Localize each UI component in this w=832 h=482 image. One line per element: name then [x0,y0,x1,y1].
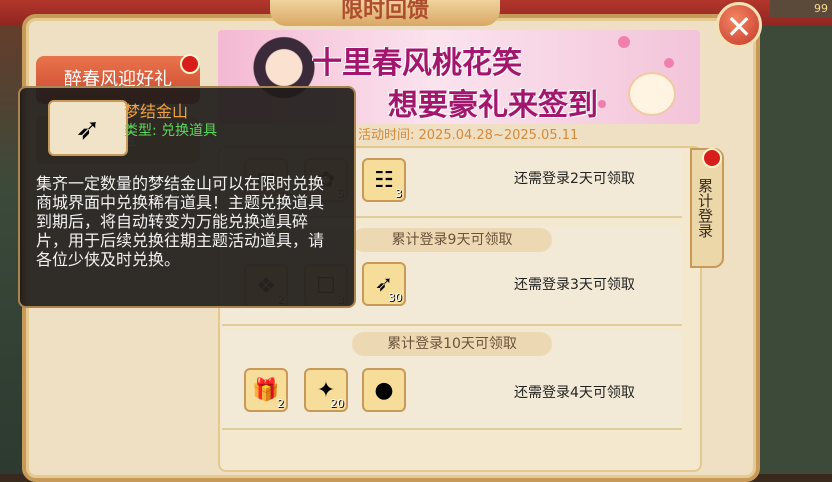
notification-dot [702,148,722,168]
tooltip-item-name: 梦结金山 [124,102,189,121]
mascot-icon [628,72,676,116]
gold-ingot-icon: ● [374,377,394,403]
close-button[interactable]: ✕ [716,2,762,48]
cherry-blossom-icon [598,100,606,108]
reward-item[interactable]: 🎁 2 [244,368,288,412]
event-time: 活动时间: 2025.04.28~2025.05.11 [358,128,579,143]
tooltip-item-type: 类型: 兑换道具 [124,123,218,139]
reward-item[interactable]: ✦ 20 [304,368,348,412]
currency-display: 99 [770,0,832,18]
reward-item[interactable]: ● [362,368,406,412]
item-tooltip: ➶ 梦结金山 类型: 兑换道具 集齐一定数量的梦结金山可以在限时兑换商城界面中兑… [18,86,356,308]
notification-dot [180,54,200,74]
cherry-blossom-icon [664,58,674,68]
row-header: 累计登录10天可领取 [352,332,552,356]
window-title: 限时回馈 [270,0,500,26]
row-header: 累计登录9天可领取 [352,228,552,252]
banner-line-1: 十里春风桃花笑 [312,46,522,81]
banner-line-2: 想要豪礼来签到 [388,88,598,123]
reward-row: 累计登录10天可领取 🎁 2 ✦ 20 ● 还需登录4天可领取 [222,330,682,430]
tooltip-description: 集齐一定数量的梦结金山可以在限时兑换商城界面中兑换稀有道具！主题兑换道具到期后，… [36,174,325,269]
crane-icon: ➶ [48,100,128,156]
close-icon: ✕ [725,8,753,46]
reward-item[interactable]: ☷ 3 [362,158,406,202]
row-status: 还需登录2天可领取 [514,171,635,187]
row-status: 还需登录3天可领取 [514,277,635,293]
cherry-blossom-icon [618,36,630,48]
game-scene-right [758,20,832,474]
row-status: 还需登录4天可领取 [514,385,635,401]
reward-item[interactable]: ➶ 30 [362,262,406,306]
